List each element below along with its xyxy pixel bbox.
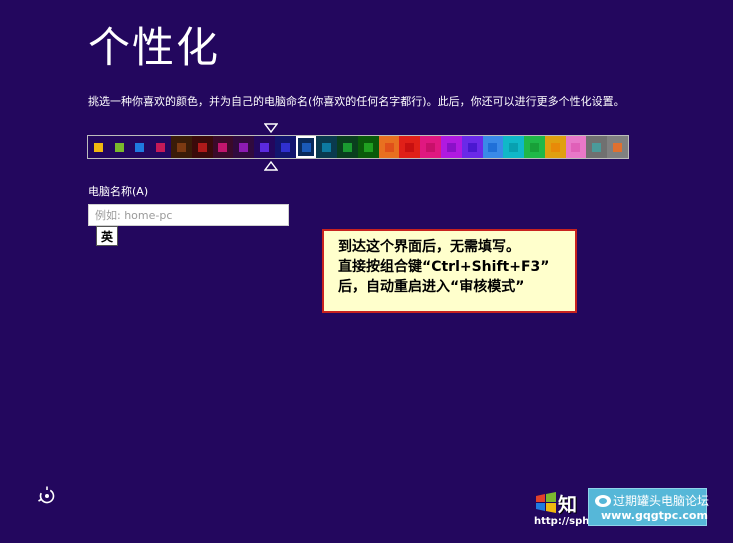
color-chip: [613, 142, 623, 152]
annotation-callout: 到达这个界面后，无需填写。 直接按组合键“Ctrl+Shift+F3” 后，自动…: [322, 229, 577, 313]
color-swatch[interactable]: [316, 136, 338, 158]
color-chip: [135, 142, 145, 152]
color-chip: [156, 142, 166, 152]
annotation-line-1: 到达这个界面后，无需填写。: [338, 239, 520, 255]
color-swatch[interactable]: [586, 136, 608, 158]
annotation-line-2: 直接按组合键“Ctrl+Shift+F3”: [338, 259, 550, 275]
color-swatch[interactable]: [565, 136, 587, 158]
pc-name-field[interactable]: [88, 204, 289, 226]
color-swatch[interactable]: [212, 136, 234, 158]
color-chip: [467, 142, 477, 152]
windows-logo-icon: [536, 492, 556, 513]
color-chip: [384, 142, 394, 152]
color-chip: [343, 142, 353, 152]
color-swatch[interactable]: [254, 136, 275, 158]
color-swatch[interactable]: [88, 136, 109, 158]
color-chip: [446, 142, 456, 152]
ime-indicator[interactable]: 英: [96, 226, 118, 246]
color-chip: [488, 142, 498, 152]
color-chip: [218, 142, 228, 152]
color-swatch[interactable]: [482, 136, 504, 158]
color-swatch[interactable]: [503, 136, 525, 158]
watermark: 知 http://sph 过期罐头电脑论坛 www.gqgtpc.com: [530, 488, 733, 543]
color-swatch[interactable]: [461, 136, 483, 158]
pc-name-label: 电脑名称(A): [88, 185, 149, 198]
color-swatch[interactable]: [171, 136, 192, 158]
color-swatch[interactable]: [420, 136, 442, 158]
color-swatch[interactable]: [233, 136, 255, 158]
forum-url: www.gqgtpc.com: [601, 509, 708, 522]
color-swatch[interactable]: [357, 136, 379, 158]
color-chip: [426, 142, 436, 152]
color-swatch[interactable]: [295, 136, 317, 158]
color-chip: [405, 142, 415, 152]
forum-logo-icon: [595, 495, 611, 507]
color-chip: [301, 142, 311, 152]
color-swatch[interactable]: [191, 136, 213, 158]
color-chip: [363, 142, 373, 152]
triangle-up-icon: [264, 161, 278, 171]
ease-of-access-icon[interactable]: [36, 485, 58, 507]
triangle-down-icon: [264, 123, 278, 133]
annotation-line-3: 后，自动重启进入“审核模式”: [338, 279, 525, 295]
watermark-url: http://sph: [534, 516, 590, 527]
color-chip: [239, 142, 249, 152]
color-swatch[interactable]: [441, 136, 462, 158]
page-description: 挑选一种你喜欢的颜色，并为自己的电脑命名(你喜欢的任何名字都行)。此后，你还可以…: [88, 95, 625, 108]
color-swatch[interactable]: [337, 136, 358, 158]
color-chip: [197, 142, 207, 152]
color-swatch[interactable]: [150, 136, 172, 158]
color-swatch[interactable]: [607, 136, 628, 158]
color-swatch[interactable]: [378, 136, 400, 158]
color-chip: [114, 142, 124, 152]
forum-name: 过期罐头电脑论坛: [613, 494, 710, 508]
color-chip: [592, 142, 602, 152]
color-chip: [260, 142, 269, 152]
color-chip: [280, 142, 290, 152]
color-swatch[interactable]: [399, 136, 421, 158]
color-palette[interactable]: [87, 135, 629, 159]
color-chip: [509, 142, 519, 152]
color-swatch[interactable]: [544, 136, 566, 158]
color-swatch[interactable]: [274, 136, 296, 158]
color-swatch[interactable]: [108, 136, 130, 158]
color-chip: [176, 142, 186, 152]
color-swatch[interactable]: [129, 136, 151, 158]
color-swatch[interactable]: [524, 136, 545, 158]
color-chip: [529, 142, 539, 152]
watermark-brand: 知: [558, 494, 578, 516]
color-chip: [322, 142, 332, 152]
color-chip: [93, 142, 103, 152]
color-chip: [571, 142, 581, 152]
color-chip: [550, 142, 560, 152]
page-title: 个性化: [88, 23, 221, 72]
forum-watermark: 过期罐头电脑论坛 www.gqgtpc.com: [588, 488, 710, 526]
